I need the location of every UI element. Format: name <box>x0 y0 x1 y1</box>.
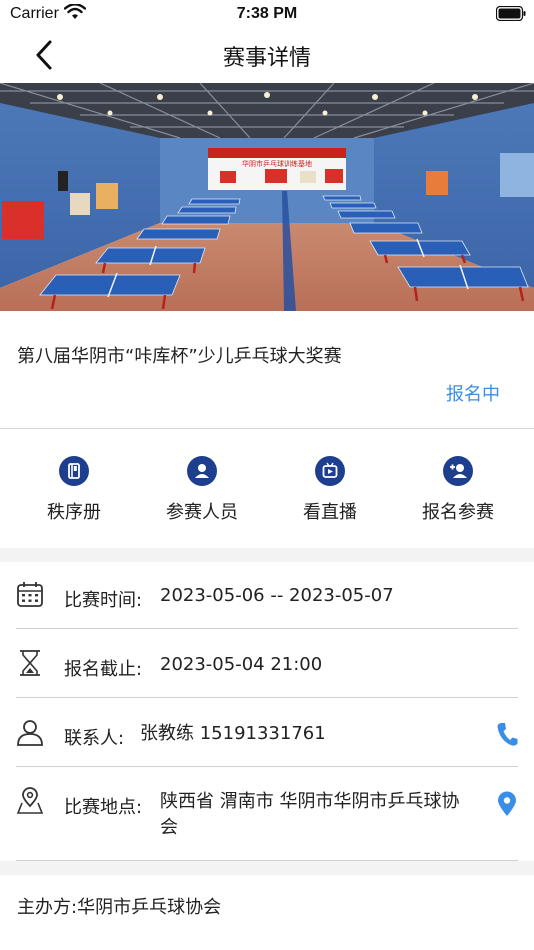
person-outline-icon <box>17 720 43 746</box>
deadline-row: 报名截止: 2023-05-04 21:00 <box>0 629 534 697</box>
battery-icon <box>496 6 526 21</box>
action-watch-live-label: 看直播 <box>303 502 357 523</box>
action-order-book[interactable]: 秩序册 <box>14 456 134 524</box>
deadline-label: 报名截止: <box>64 659 143 680</box>
action-register-label: 报名参赛 <box>422 502 494 523</box>
person-icon <box>187 456 217 486</box>
registration-status-badge: 报名中 <box>446 384 500 405</box>
section-gap <box>0 548 534 562</box>
action-register[interactable]: 报名参赛 <box>398 456 518 524</box>
deadline-value: 2023-05-04 21:00 <box>160 654 323 675</box>
action-participants-label: 参赛人员 <box>166 502 238 523</box>
contact-row: 联系人: 张教练 15191331761 <box>0 698 534 766</box>
calendar-icon <box>17 582 43 607</box>
table-tennis-hall-illustration: 华阴市乒乓球训练基地 <box>0 83 534 311</box>
section-gap <box>0 861 534 875</box>
status-bar: Carrier 7:38 PM <box>0 0 534 28</box>
location-pin-icon[interactable] <box>496 791 518 817</box>
match-time-row: 比赛时间: 2023-05-06 -- 2023-05-07 <box>0 562 534 628</box>
contact-value: 张教练 15191331761 <box>140 723 326 744</box>
quick-actions: 秩序册 参赛人员 看直播 报名参赛 <box>0 430 534 548</box>
match-time-value: 2023-05-06 -- 2023-05-07 <box>160 585 394 606</box>
event-title: 第八届华阴市“咔库杯”少儿乒乓球大奖赛 <box>17 346 342 367</box>
venue-row: 比赛地点: 陕西省 渭南市 华阴市华阴市乒乓球协会 <box>0 767 534 860</box>
event-banner-image: 华阴市乒乓球训练基地 <box>0 83 534 311</box>
banner-sign-text: 华阴市乒乓球训练基地 <box>242 159 312 168</box>
contact-label: 联系人: <box>64 728 125 749</box>
section-divider <box>0 428 534 429</box>
match-time-label: 比赛时间: <box>64 590 143 611</box>
action-participants[interactable]: 参赛人员 <box>142 456 262 524</box>
book-icon <box>59 456 89 486</box>
phone-icon[interactable] <box>496 721 518 747</box>
add-person-icon <box>443 456 473 486</box>
hourglass-icon <box>20 650 40 676</box>
live-video-icon <box>315 456 345 486</box>
venue-label: 比赛地点: <box>64 797 143 818</box>
status-time: 7:38 PM <box>236 5 298 22</box>
page-title: 赛事详情 <box>222 46 311 71</box>
action-watch-live[interactable]: 看直播 <box>270 456 390 524</box>
map-pin-icon <box>16 787 44 814</box>
navigation-bar: 赛事详情 <box>0 28 534 82</box>
organizer-text: 主办方:华阴市乒乓球协会 <box>17 897 222 918</box>
venue-value: 陕西省 渭南市 华阴市华阴市乒乓球协会 <box>160 791 460 838</box>
action-order-book-label: 秩序册 <box>47 502 101 523</box>
